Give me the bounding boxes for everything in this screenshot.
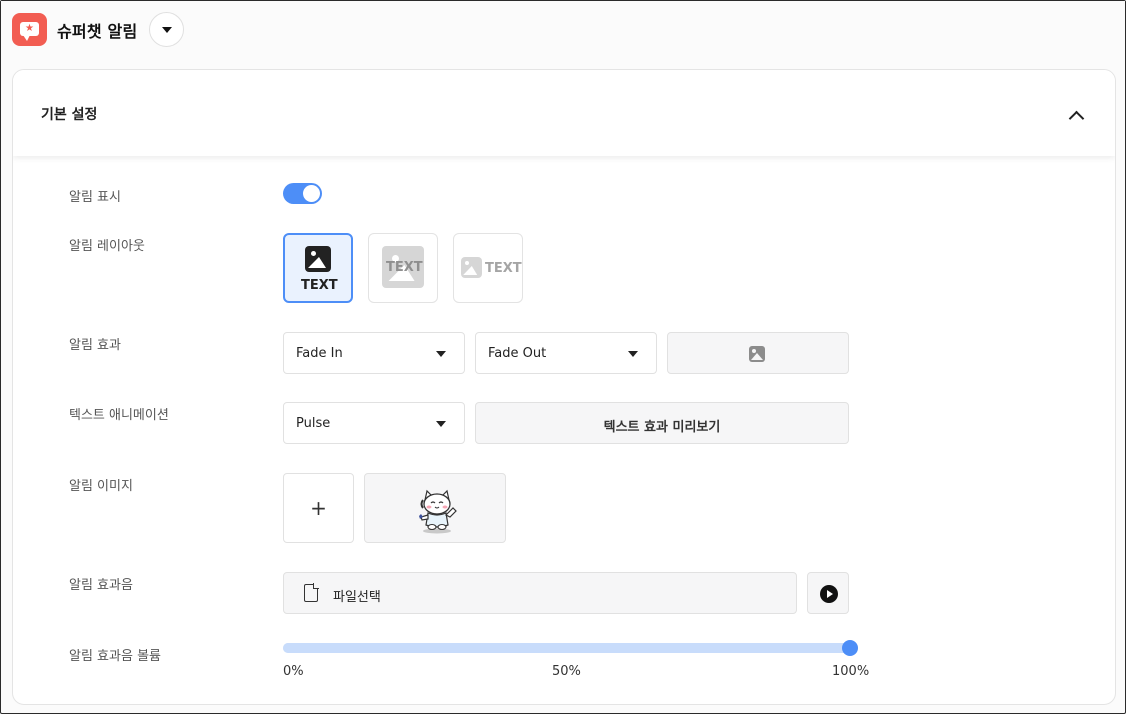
layout-option-text: TEXT bbox=[386, 260, 423, 275]
effect-in-select[interactable]: Fade In bbox=[283, 332, 465, 374]
sound-file-input[interactable]: 파일선택 bbox=[283, 572, 797, 614]
volume-tick-50: 50% bbox=[552, 664, 581, 679]
layout-option-icon-above-text[interactable]: TEXT bbox=[283, 233, 353, 303]
chat-star-icon: ★ bbox=[12, 13, 47, 46]
sound-file-label: 파일선택 bbox=[333, 590, 381, 605]
label-image: 알림 이미지 bbox=[69, 479, 133, 494]
label-volume: 알림 효과음 볼륨 bbox=[69, 649, 161, 664]
top-bar: ★ 슈퍼챗 알림 bbox=[1, 1, 1125, 59]
panel-header[interactable]: 기본 설정 bbox=[13, 70, 1115, 156]
effect-out-select[interactable]: Fade Out bbox=[475, 332, 657, 374]
app-title: 슈퍼챗 알림 bbox=[57, 22, 138, 41]
play-icon bbox=[820, 585, 838, 603]
text-animation-select[interactable]: Pulse bbox=[283, 402, 465, 444]
layout-option-text: TEXT bbox=[301, 278, 338, 293]
label-text-animation: 텍스트 애니메이션 bbox=[69, 408, 169, 423]
sound-play-button[interactable] bbox=[807, 572, 849, 614]
layout-option-text-over-image[interactable]: TEXT bbox=[368, 233, 438, 303]
image-preview-tile[interactable] bbox=[364, 473, 506, 543]
cat-mascot-image bbox=[419, 489, 457, 534]
volume-tick-100: 100% bbox=[832, 664, 870, 679]
chevron-up-icon bbox=[1068, 110, 1085, 127]
label-show: 알림 표시 bbox=[69, 190, 121, 205]
show-toggle[interactable] bbox=[283, 183, 322, 204]
text-effect-preview-button[interactable]: 텍스트 효과 미리보기 bbox=[475, 402, 849, 444]
volume-tick-0: 0% bbox=[283, 664, 304, 679]
toggle-knob bbox=[303, 185, 320, 202]
layout-option-icon-beside-text[interactable]: TEXT bbox=[453, 233, 523, 303]
text-animation-value: Pulse bbox=[296, 416, 331, 431]
effect-out-value: Fade Out bbox=[488, 346, 547, 361]
volume-slider[interactable] bbox=[283, 640, 858, 656]
caret-down-icon bbox=[162, 27, 172, 33]
volume-slider-fill bbox=[283, 643, 850, 653]
add-image-button[interactable]: + bbox=[283, 473, 354, 543]
caret-down-icon bbox=[628, 351, 638, 357]
label-layout: 알림 레이아웃 bbox=[69, 239, 145, 254]
layout-option-text: TEXT bbox=[485, 261, 522, 276]
settings-panel: 기본 설정 알림 표시 알림 레이아웃 TEXT TEXT TEXT 알림 효과… bbox=[12, 69, 1116, 705]
app-dropdown-button[interactable] bbox=[149, 12, 184, 47]
effect-in-value: Fade In bbox=[296, 346, 343, 361]
image-icon bbox=[305, 246, 331, 272]
section-title: 기본 설정 bbox=[41, 107, 98, 123]
file-icon bbox=[304, 583, 319, 602]
image-icon bbox=[749, 346, 765, 362]
window-frame: ★ 슈퍼챗 알림 기본 설정 알림 표시 알림 레이아웃 TEXT TEXT T… bbox=[0, 0, 1126, 714]
label-effect: 알림 효과 bbox=[69, 338, 121, 353]
caret-down-icon bbox=[436, 421, 446, 427]
plus-icon: + bbox=[310, 496, 327, 520]
text-effect-preview-label: 텍스트 효과 미리보기 bbox=[603, 420, 721, 435]
label-sound: 알림 효과음 bbox=[69, 578, 133, 593]
image-icon bbox=[461, 257, 482, 278]
volume-slider-thumb[interactable] bbox=[842, 640, 858, 656]
caret-down-icon bbox=[436, 351, 446, 357]
collapse-button[interactable] bbox=[1065, 106, 1089, 127]
effect-preview-button[interactable] bbox=[667, 332, 849, 374]
